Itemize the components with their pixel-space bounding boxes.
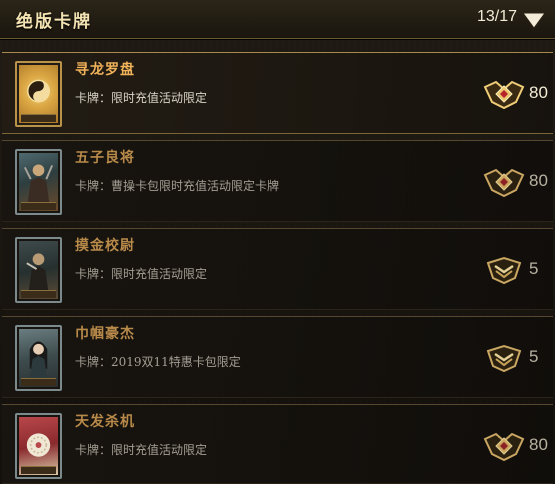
rank-badge-icon [482,78,526,110]
rank-badge-icon [482,342,526,374]
collection-count: 13/17 [476,8,517,25]
card-thumbnail [15,325,62,391]
header-title: 绝版卡牌 [16,12,92,32]
card-description: 卡牌：限时充值活动限定 [75,91,208,105]
card-value: 80 [529,171,548,190]
card-description: 卡牌：限时充值活动限定 [75,443,208,457]
card-name: 五子良将 [75,150,135,166]
card-name: 寻龙罗盘 [75,62,135,78]
card-value: 80 [529,435,548,454]
card-name: 摸金校尉 [75,238,135,254]
card-row-1[interactable]: 寻龙罗盘 卡牌：限时充值活动限定 80 [2,52,553,134]
card-description: 卡牌：2019双11特惠卡包限定 [75,355,241,369]
rank-badge-icon [482,430,526,462]
card-thumbnail [15,413,62,479]
card-name: 巾帼豪杰 [75,326,135,342]
card-thumbnail [15,61,62,127]
card-value: 80 [529,83,548,102]
card-thumbnail [15,149,62,215]
card-row-3[interactable]: 摸金校尉 卡牌：限时充值活动限定 5 [2,228,553,310]
chevron-down-icon [522,12,546,29]
card-thumbnail [15,237,62,303]
rank-badge-icon [482,254,526,286]
card-value: 5 [529,259,539,278]
card-description: 卡牌：曹操卡包限时充值活动限定卡牌 [75,179,280,193]
card-value: 5 [529,347,539,366]
collapse-toggle[interactable] [521,10,547,30]
collection-header: 绝版卡牌 13/17 [0,0,555,39]
card-row-2[interactable]: 五子良将 卡牌：曹操卡包限时充值活动限定卡牌 80 [2,140,553,222]
rank-badge-icon [482,166,526,198]
card-row-4[interactable]: 巾帼豪杰 卡牌：2019双11特惠卡包限定 5 [2,316,553,398]
card-description: 卡牌：限时充值活动限定 [75,267,208,281]
card-row-5[interactable]: 天发杀机 卡牌：限时充值活动限定 80 [2,404,553,484]
card-name: 天发杀机 [75,414,135,430]
